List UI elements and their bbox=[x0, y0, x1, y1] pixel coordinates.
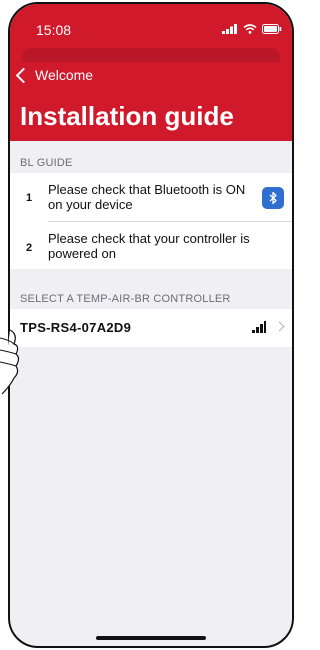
step-number: 1 bbox=[26, 192, 33, 204]
status-bar: 15:08 bbox=[10, 4, 292, 44]
controller-name: TPS-RS4-07A2D9 bbox=[20, 320, 132, 335]
guide-step-2: 2 Please check that your controller is p… bbox=[10, 221, 292, 269]
wifi-icon bbox=[243, 24, 257, 34]
back-label: Welcome bbox=[35, 67, 94, 83]
step-text: Please check that your controller is pow… bbox=[48, 231, 250, 261]
step-number: 2 bbox=[26, 242, 33, 254]
sheet-background-edge bbox=[22, 48, 280, 62]
controller-section-header: SELECT A TEMP-AIR-BR CONTROLLER bbox=[20, 293, 231, 305]
guide-step-1: 1 Please check that Bluetooth is ON on y… bbox=[10, 173, 292, 221]
chevron-right-icon bbox=[274, 321, 285, 332]
guide-section-header: BL GUIDE bbox=[20, 157, 73, 169]
cellular-signal-icon bbox=[222, 24, 237, 34]
status-icons bbox=[222, 24, 282, 34]
home-indicator[interactable] bbox=[96, 636, 206, 640]
step-text: Please check that Bluetooth is ON on you… bbox=[48, 182, 246, 212]
guide-card: 1 Please check that Bluetooth is ON on y… bbox=[10, 173, 292, 269]
back-button[interactable]: Welcome bbox=[14, 67, 93, 83]
battery-icon bbox=[262, 24, 282, 34]
signal-strength-icon bbox=[252, 321, 266, 333]
bluetooth-button[interactable] bbox=[262, 187, 284, 209]
phone-frame: 15:08 Welcome Installation guide BL GUID… bbox=[8, 2, 294, 648]
tap-hand-icon bbox=[0, 329, 20, 395]
page-title: Installation guide bbox=[20, 101, 234, 131]
status-time: 15:08 bbox=[36, 22, 72, 38]
controller-list-item[interactable]: TPS-RS4-07A2D9 bbox=[10, 309, 292, 347]
bluetooth-icon bbox=[269, 191, 277, 205]
chevron-left-icon bbox=[15, 67, 32, 83]
header: 15:08 Welcome Installation guide bbox=[10, 4, 292, 141]
